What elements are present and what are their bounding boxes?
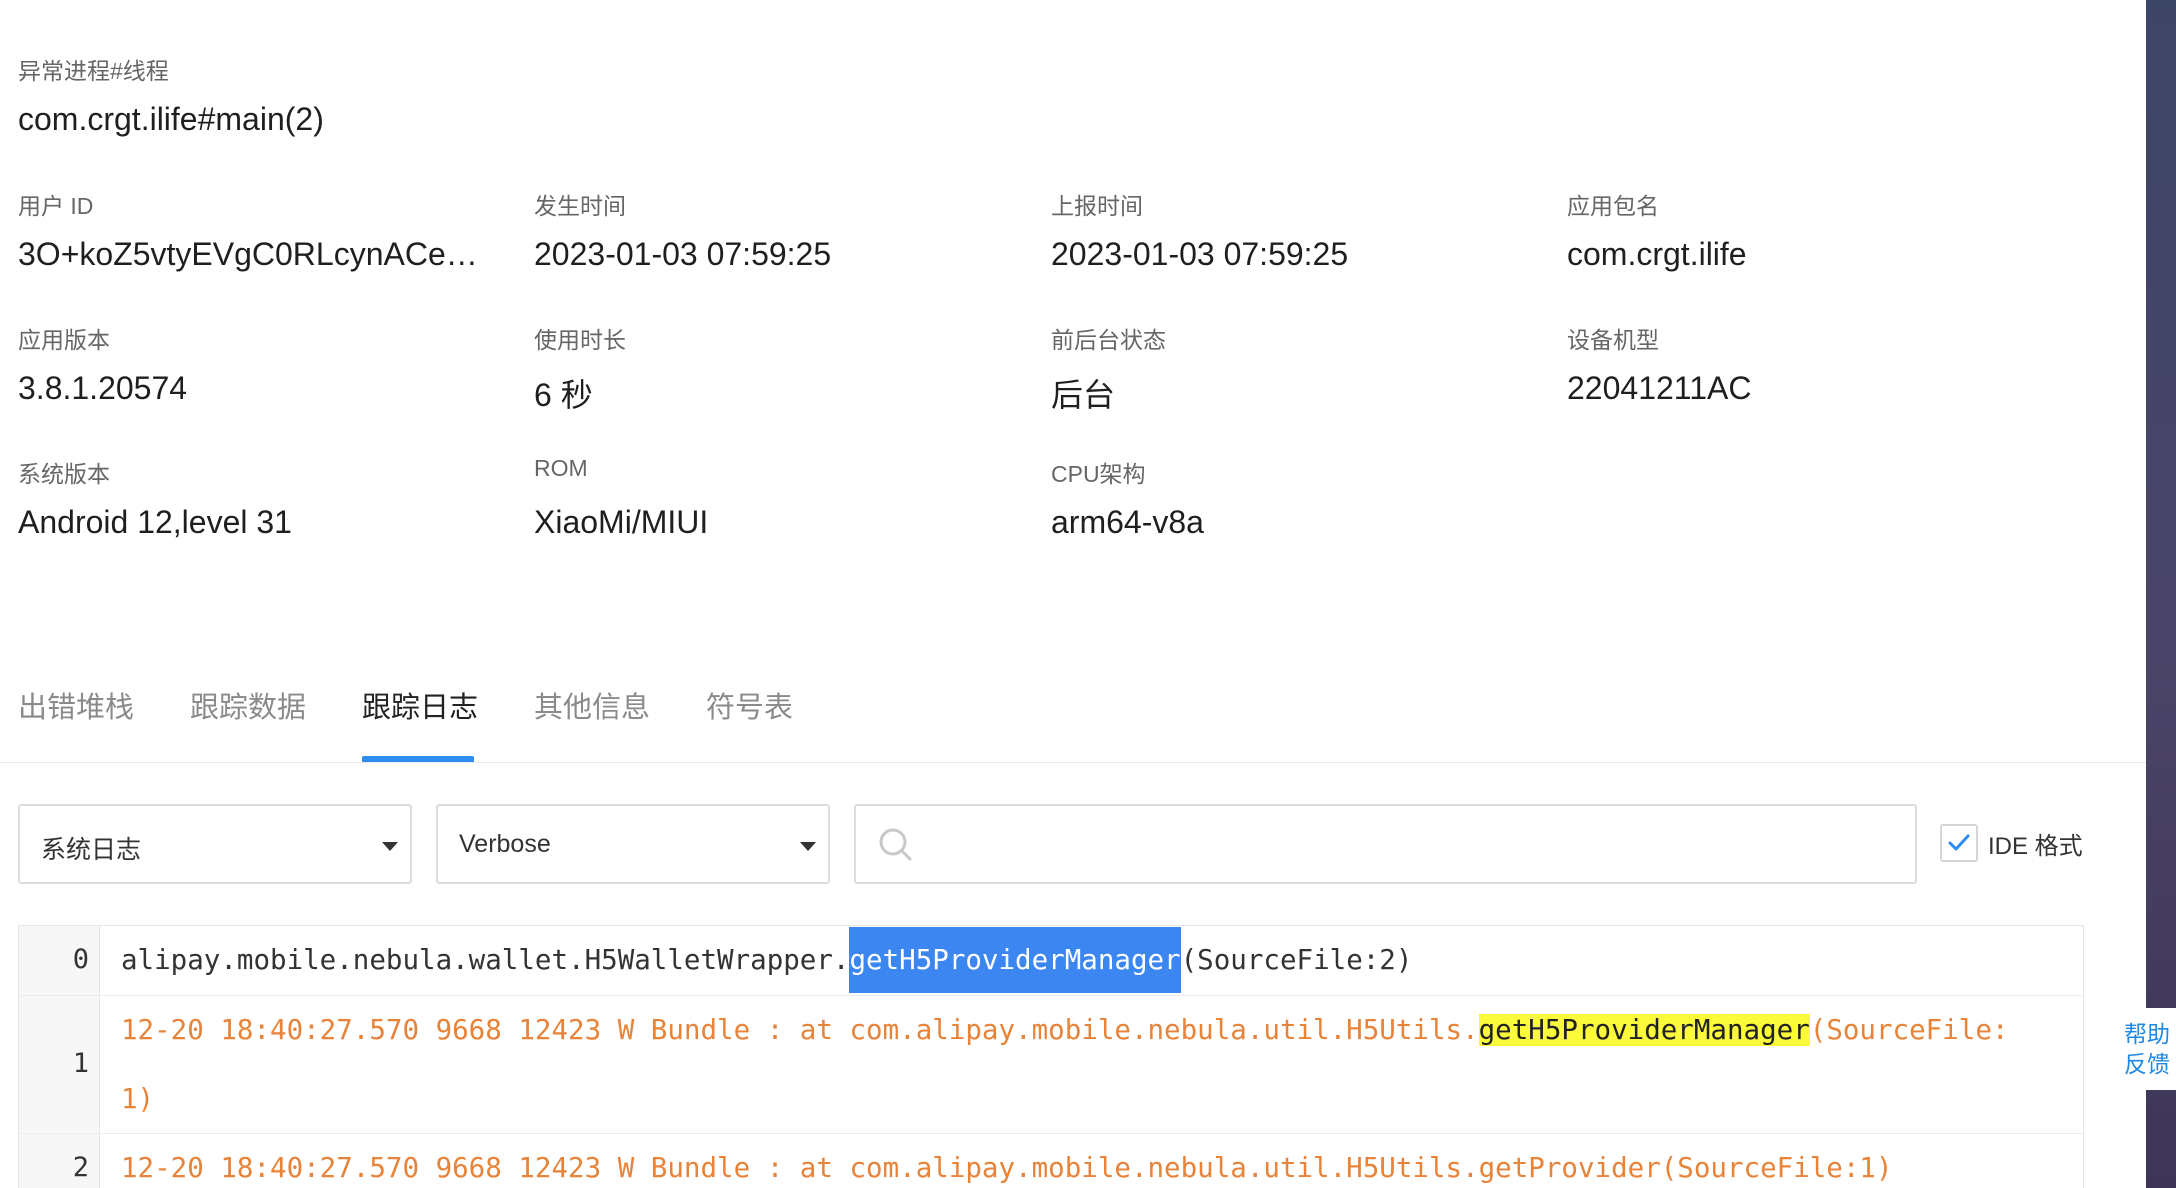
device-model-label: 设备机型	[1567, 327, 1659, 353]
tabs-divider	[0, 762, 2146, 763]
package-name-value: com.crgt.ilife	[1567, 236, 1747, 272]
device-model-value: 22041211AC	[1567, 370, 1752, 406]
report-time-value: 2023-01-03 07:59:25	[1051, 236, 1349, 272]
log-line-text: alipay.mobile.nebula.wallet.H5WalletWrap…	[121, 926, 2023, 995]
user-id-label: 用户 ID	[18, 193, 94, 219]
os-version-label: 系统版本	[18, 461, 110, 487]
cpu-arch-value: arm64-v8a	[1051, 504, 1204, 540]
line-number: 0	[72, 944, 89, 975]
log-text-suffix: (SourceFile:2)	[1180, 944, 1413, 976]
selected-text: getH5ProviderManager	[849, 927, 1181, 993]
log-text-prefix: 12-20 18:40:27.570 9668 12423 W Bundle :…	[121, 1014, 1479, 1046]
line-number: 1	[72, 1048, 89, 1079]
log-line-text: 12-20 18:40:27.570 9668 12423 W Bundle :…	[121, 996, 2023, 1134]
log-line: 1 12-20 18:40:27.570 9668 12423 W Bundle…	[19, 996, 2083, 1134]
tab-trace-log[interactable]: 跟踪日志	[362, 684, 478, 726]
usage-duration-label: 使用时长	[534, 327, 626, 353]
app-version-value: 3.8.1.20574	[18, 370, 188, 406]
package-name-label: 应用包名	[1567, 193, 1659, 219]
search-icon	[878, 827, 914, 868]
log-search-input[interactable]	[936, 822, 1900, 868]
os-version-value: Android 12,level 31	[18, 504, 292, 540]
log-type-value: 系统日志	[41, 836, 142, 864]
ide-format-label: IDE 格式	[1988, 832, 2083, 860]
process-value: com.crgt.ilife#main(2)	[18, 101, 324, 137]
ide-format-toggle[interactable]: IDE 格式	[1940, 824, 2083, 862]
log-level-select[interactable]: Verbose	[436, 804, 830, 884]
cpu-arch-label: CPU架构	[1051, 461, 1146, 487]
app-version-label: 应用版本	[18, 327, 110, 353]
log-line: 0 alipay.mobile.nebula.wallet.H5WalletWr…	[19, 926, 2083, 996]
ide-format-checkbox[interactable]	[1940, 824, 1978, 862]
log-line-text: 12-20 18:40:27.570 9668 12423 W Bundle :…	[121, 1152, 1893, 1184]
checkmark-icon	[1948, 834, 1970, 851]
main-panel: 异常进程#线程 com.crgt.ilife#main(2) 用户 ID 3O+…	[0, 0, 2146, 1188]
process-label: 异常进程#线程	[18, 58, 169, 84]
log-text-prefix: alipay.mobile.nebula.wallet.H5WalletWrap…	[121, 944, 850, 976]
tab-error-stack[interactable]: 出错堆栈	[18, 684, 134, 726]
fg-bg-state-value: 后台	[1051, 377, 1116, 413]
line-number: 2	[72, 1152, 89, 1183]
search-match-highlight: getH5ProviderManager	[1478, 1014, 1810, 1046]
log-level-value: Verbose	[459, 830, 551, 858]
occur-time-label: 发生时间	[534, 193, 626, 219]
tab-other-info[interactable]: 其他信息	[534, 684, 650, 726]
feedback-label: 反馈	[2124, 1051, 2170, 1077]
fg-bg-state-label: 前后台状态	[1051, 327, 1166, 353]
log-viewer: 0 alipay.mobile.nebula.wallet.H5WalletWr…	[18, 925, 2084, 1188]
rom-label: ROM	[534, 455, 588, 481]
caret-down-icon	[800, 842, 816, 851]
usage-duration-value: 6 秒	[534, 377, 593, 413]
help-feedback-button[interactable]: 帮助 反馈	[2118, 1008, 2176, 1090]
user-id-value: 3O+koZ5vtyEVgC0RLcynACeE8ZJvyeR3Xyz	[18, 236, 498, 272]
log-line: 2 12-20 18:40:27.570 9668 12423 W Bundle…	[19, 1134, 2083, 1188]
occur-time-value: 2023-01-03 07:59:25	[534, 236, 832, 272]
rom-value: XiaoMi/MIUI	[534, 504, 709, 540]
log-type-select[interactable]: 系统日志	[18, 804, 412, 884]
help-label: 帮助	[2124, 1021, 2170, 1047]
log-search-box[interactable]	[854, 804, 1917, 884]
tab-trace-data[interactable]: 跟踪数据	[190, 684, 306, 726]
report-time-label: 上报时间	[1051, 193, 1143, 219]
tab-symbol-table[interactable]: 符号表	[706, 684, 793, 726]
caret-down-icon	[382, 842, 398, 851]
